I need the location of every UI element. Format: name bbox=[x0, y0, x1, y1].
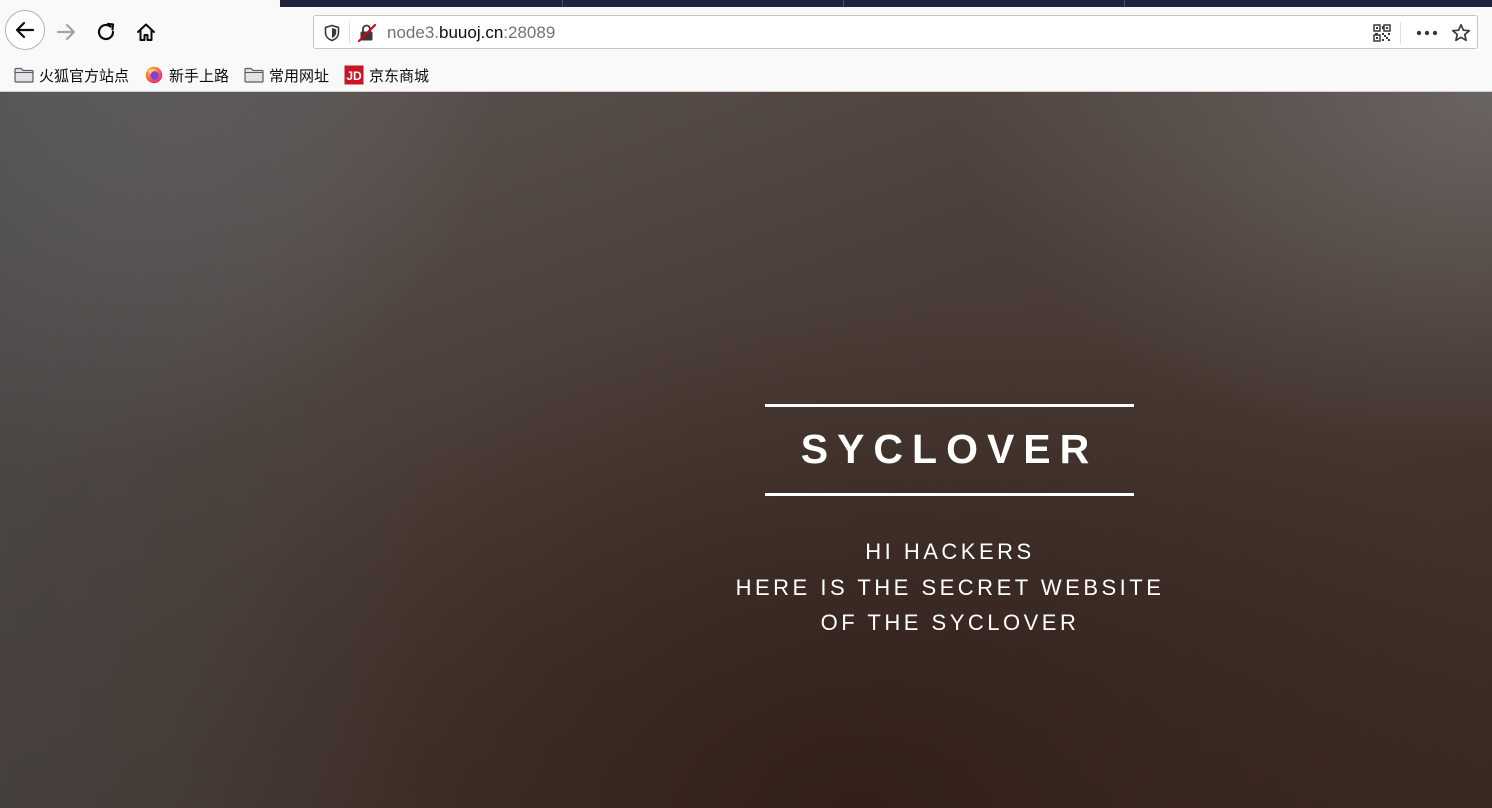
bookmark-firefox-official[interactable]: 火狐官方站点 bbox=[14, 64, 129, 86]
url-prefix: node3. bbox=[387, 23, 439, 42]
url-bar[interactable]: node3.buuoj.cn:28089 bbox=[313, 15, 1478, 49]
arrow-right-icon bbox=[56, 23, 76, 41]
more-dots-icon[interactable] bbox=[1415, 23, 1439, 43]
hero-line-2: HERE IS THE SECRET WEBSITE bbox=[735, 575, 1165, 600]
url-text[interactable]: node3.buuoj.cn:28089 bbox=[387, 23, 555, 43]
bookmark-common-sites[interactable]: 常用网址 bbox=[244, 64, 329, 86]
bookmark-getting-started[interactable]: 新手上路 bbox=[144, 64, 229, 86]
bookmark-label: 常用网址 bbox=[269, 67, 330, 85]
tab-separator bbox=[843, 0, 844, 7]
firefox-icon bbox=[144, 66, 164, 84]
folder-icon bbox=[14, 66, 34, 84]
url-domain: buuoj.cn bbox=[439, 23, 504, 42]
qr-code-icon[interactable] bbox=[1372, 23, 1392, 43]
title-bottom-rule bbox=[765, 493, 1134, 496]
tab-separator bbox=[1124, 0, 1125, 7]
reload-icon bbox=[97, 22, 115, 41]
bookmark-jd-mall[interactable]: JD 京东商城 bbox=[344, 64, 429, 86]
bookmark-label: 火狐官方站点 bbox=[39, 67, 130, 85]
home-icon bbox=[137, 23, 155, 41]
back-button[interactable] bbox=[5, 10, 45, 50]
url-port: :28089 bbox=[503, 23, 556, 42]
home-button[interactable] bbox=[128, 14, 164, 50]
navigation-toolbar: node3.buuoj.cn:28089 bbox=[0, 7, 1492, 59]
page-content: SYCLOVER HI HACKERS HERE IS THE SECRET W… bbox=[0, 92, 1492, 808]
insecure-lock-icon[interactable] bbox=[357, 23, 377, 43]
arrow-left-icon bbox=[15, 21, 35, 39]
forward-button[interactable] bbox=[48, 14, 84, 50]
tab-strip-tabs[interactable] bbox=[280, 0, 1492, 7]
bookmarks-toolbar: 火狐官方站点 新手上路 常用网址 JD 京东商城 bbox=[0, 59, 1492, 92]
tab-separator bbox=[562, 0, 563, 7]
hero-line-1: HI HACKERS bbox=[865, 539, 1035, 564]
url-actions-divider bbox=[1400, 22, 1401, 44]
url-divider bbox=[349, 22, 350, 44]
bookmark-label: 京东商城 bbox=[369, 67, 430, 85]
title-top-rule bbox=[765, 404, 1134, 407]
hero-line-3: OF THE SYCLOVER bbox=[820, 610, 1080, 635]
jd-icon: JD bbox=[344, 65, 364, 85]
background-vignette bbox=[0, 92, 420, 808]
shield-icon[interactable] bbox=[322, 23, 342, 43]
folder-icon bbox=[244, 66, 264, 84]
bookmark-label: 新手上路 bbox=[169, 67, 230, 85]
reload-button[interactable] bbox=[88, 14, 124, 50]
page-title: SYCLOVER bbox=[800, 426, 1099, 472]
svg-text:JD: JD bbox=[346, 69, 362, 83]
star-icon[interactable] bbox=[1450, 23, 1472, 43]
